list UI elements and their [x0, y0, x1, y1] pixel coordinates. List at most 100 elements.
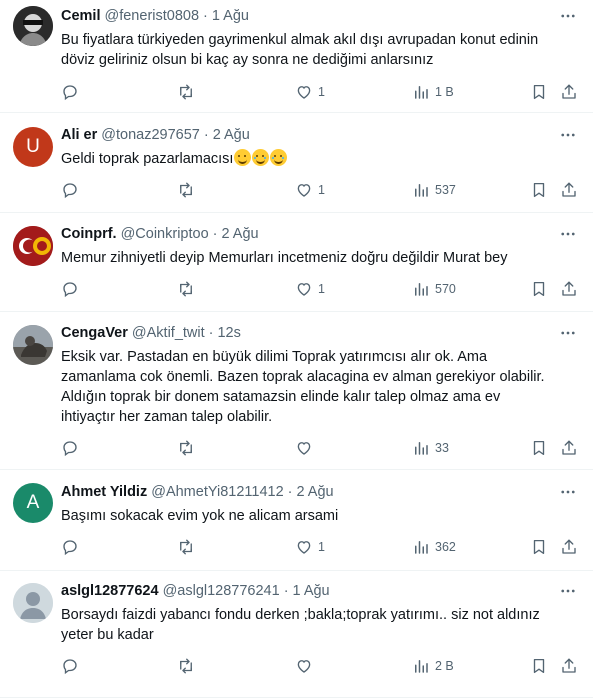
- user-handle[interactable]: @AhmetYi81211412: [151, 484, 283, 500]
- timestamp[interactable]: 2 Ağu: [221, 226, 258, 242]
- tweet-text-container: Bu fiyatlara türkiyeden gayrimenkul alma…: [61, 30, 577, 70]
- retweet-icon: [177, 657, 195, 675]
- more-horizontal-icon[interactable]: [559, 225, 577, 243]
- tweet[interactable]: aslgl12877624 @aslgl128776241 · 1 Ağu Borsay…: [0, 571, 593, 698]
- share-icon: [560, 83, 578, 101]
- share-button[interactable]: [560, 438, 578, 458]
- views-button[interactable]: 33: [412, 438, 449, 458]
- avatar[interactable]: [13, 325, 53, 365]
- share-button[interactable]: [560, 537, 578, 557]
- tweet-actions: 33: [0, 438, 593, 458]
- view-count: 2 B: [435, 659, 454, 673]
- tweet-text: Başımı sokacak evim yok ne alicam arsami: [61, 508, 339, 524]
- tweet-actions: 1 362: [0, 537, 593, 557]
- user-handle[interactable]: @aslgl128776241: [163, 583, 280, 599]
- share-icon: [560, 538, 578, 556]
- separator-dot: ·: [208, 325, 214, 341]
- share-button[interactable]: [560, 82, 578, 102]
- display-name[interactable]: Ahmet Yildiz: [61, 484, 147, 500]
- bookmark-button[interactable]: [530, 438, 548, 458]
- like-button[interactable]: 1: [295, 82, 325, 102]
- display-name[interactable]: CengaVer: [61, 325, 128, 341]
- like-count: 1: [318, 85, 325, 99]
- bookmark-button[interactable]: [530, 82, 548, 102]
- tweet[interactable]: A Ahmet Yildiz @AhmetYi81211412 · 2 Ağu Başım…: [0, 470, 593, 571]
- views-button[interactable]: 1 B: [412, 82, 454, 102]
- timestamp[interactable]: 1 Ağu: [212, 8, 249, 24]
- avatar[interactable]: U: [13, 127, 53, 167]
- share-button[interactable]: [560, 180, 578, 200]
- view-count: 537: [435, 183, 456, 197]
- retweet-button[interactable]: [177, 656, 195, 676]
- tweet[interactable]: Cemil @fenerist0808 · 1 Ağu Bu fiyatlara tür…: [0, 0, 593, 113]
- views-button[interactable]: 537: [412, 180, 456, 200]
- user-handle[interactable]: @Aktif_twit: [132, 325, 205, 341]
- views-chart-icon: [412, 657, 430, 675]
- timestamp[interactable]: 12s: [217, 325, 240, 341]
- reply-button[interactable]: [61, 180, 79, 200]
- reply-button[interactable]: [61, 656, 79, 676]
- views-chart-icon: [412, 181, 430, 199]
- user-handle[interactable]: @fenerist0808: [105, 8, 200, 24]
- bookmark-icon: [530, 538, 548, 556]
- like-button[interactable]: 1: [295, 537, 325, 557]
- bookmark-icon: [530, 280, 548, 298]
- tweet-text: Bu fiyatlara türkiyeden gayrimenkul alma…: [61, 32, 539, 68]
- avatar[interactable]: [13, 226, 53, 266]
- retweet-button[interactable]: [177, 537, 195, 557]
- tweet-header: CengaVer @Aktif_twit · 12s: [61, 323, 241, 343]
- like-button[interactable]: [295, 438, 318, 458]
- bookmark-button[interactable]: [530, 537, 548, 557]
- reply-button[interactable]: [61, 279, 79, 299]
- like-button[interactable]: [295, 656, 318, 676]
- display-name[interactable]: Ali er: [61, 127, 97, 143]
- like-button[interactable]: 1: [295, 279, 325, 299]
- display-name[interactable]: Coinprf.: [61, 226, 117, 242]
- more-horizontal-icon[interactable]: [559, 7, 577, 25]
- tweet[interactable]: CengaVer @Aktif_twit · 12s Eksik var. Pastad…: [0, 312, 593, 470]
- reply-button[interactable]: [61, 438, 79, 458]
- avatar[interactable]: [13, 583, 53, 623]
- reply-button[interactable]: [61, 537, 79, 557]
- tweet[interactable]: Coinprf. @Coinkriptoo · 2 Ağu Memur zihniyet…: [0, 213, 593, 312]
- avatar-letter: A: [26, 492, 40, 513]
- wink-face-emoji: [234, 149, 252, 166]
- views-button[interactable]: 2 B: [412, 656, 454, 676]
- timestamp[interactable]: 2 Ağu: [213, 127, 250, 143]
- reply-icon: [61, 83, 79, 101]
- retweet-button[interactable]: [177, 180, 195, 200]
- avatar[interactable]: A: [13, 483, 53, 523]
- views-button[interactable]: 570: [412, 279, 456, 299]
- bookmark-button[interactable]: [530, 656, 548, 676]
- tweet-actions: 1 1 B: [0, 82, 593, 102]
- more-horizontal-icon[interactable]: [559, 483, 577, 501]
- share-button[interactable]: [560, 656, 578, 676]
- reply-button[interactable]: [61, 82, 79, 102]
- user-handle[interactable]: @Coinkriptoo: [121, 226, 209, 242]
- heart-icon: [295, 83, 313, 101]
- tweet[interactable]: U Ali er @tonaz297657 · 2 Ağu Geldi toprak pa…: [0, 113, 593, 213]
- share-icon: [560, 657, 578, 675]
- timestamp[interactable]: 1 Ağu: [293, 583, 330, 599]
- avatar[interactable]: [13, 6, 53, 46]
- views-button[interactable]: 362: [412, 537, 456, 557]
- bookmark-button[interactable]: [530, 279, 548, 299]
- share-icon: [560, 280, 578, 298]
- tweet-text: Borsaydı faizdi yabancı fondu derken ;ba…: [61, 607, 540, 643]
- joy-face-emoji: [270, 149, 288, 166]
- bookmark-button[interactable]: [530, 180, 548, 200]
- display-name[interactable]: Cemil: [61, 8, 101, 24]
- share-button[interactable]: [560, 279, 578, 299]
- tweet-text: Eksik var. Pastadan en büyük dilimi Topr…: [61, 349, 545, 425]
- display-name[interactable]: aslgl12877624: [61, 583, 159, 599]
- retweet-button[interactable]: [177, 82, 195, 102]
- timestamp[interactable]: 2 Ağu: [296, 484, 333, 500]
- user-handle[interactable]: @tonaz297657: [101, 127, 200, 143]
- like-button[interactable]: 1: [295, 180, 325, 200]
- retweet-button[interactable]: [177, 438, 195, 458]
- more-horizontal-icon[interactable]: [559, 582, 577, 600]
- more-horizontal-icon[interactable]: [559, 126, 577, 144]
- more-horizontal-icon[interactable]: [559, 324, 577, 342]
- views-chart-icon: [412, 280, 430, 298]
- retweet-button[interactable]: [177, 279, 195, 299]
